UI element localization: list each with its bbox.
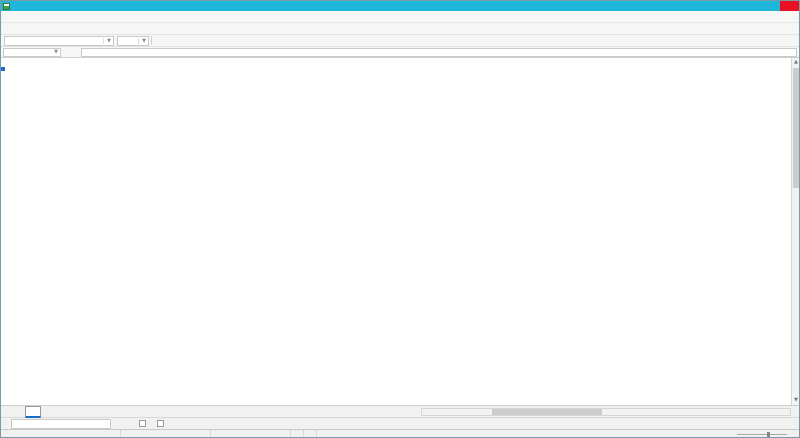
scroll-down-icon[interactable]: ▼ [792,396,799,405]
horizontal-scrollbar[interactable] [421,408,791,416]
close-button[interactable] [780,1,799,11]
name-box[interactable]: ▼ [3,48,61,57]
selected-cell-outline [1,67,5,71]
sheet-tab-bar [1,405,799,417]
selection-mode-icon[interactable] [304,430,317,438]
column-headers [1,58,799,67]
scroll-up-icon[interactable]: ▲ [792,58,799,67]
formatted-display-checkbox[interactable] [135,420,153,427]
minimize-button[interactable] [742,1,761,11]
chevron-down-icon: ▼ [138,38,146,44]
zoom-control [734,434,799,435]
sheet-tab-2023-04-21[interactable] [25,406,41,418]
app-window: ▼ ▼ ▼ ▲ ▼ [0,0,800,438]
sheet-count-status[interactable] [1,430,121,438]
maximize-button[interactable] [761,1,780,11]
chevron-down-icon: ▼ [54,49,58,55]
zoom-slider[interactable] [767,432,770,437]
vertical-scrollbar[interactable]: ▲ ▼ [791,58,799,405]
find-toolbar [1,417,799,429]
match-case-checkbox[interactable] [153,420,171,427]
find-input[interactable] [11,419,111,429]
status-bar [1,429,799,438]
vertical-scroll-thumb[interactable] [793,68,799,188]
font-size-combo[interactable]: ▼ [117,36,149,46]
formula-bar: ▼ [1,47,799,58]
checkbox-icon [139,420,146,427]
title-bar [1,1,799,11]
modified-status-icon[interactable] [291,430,304,438]
calc-document-icon [3,3,10,10]
sum-average-status[interactable] [317,430,467,438]
horizontal-scroll-thumb[interactable] [492,409,602,415]
menu-bar [1,11,799,23]
page-style-status[interactable] [121,430,211,438]
sheet-tab-original[interactable] [11,406,25,418]
language-status[interactable] [211,430,291,438]
chevron-down-icon: ▼ [103,38,111,44]
checkbox-icon [157,420,164,427]
formatting-toolbar: ▼ ▼ [1,35,799,47]
formula-input[interactable] [81,48,797,57]
font-name-combo[interactable]: ▼ [4,36,114,46]
standard-toolbar [1,23,799,35]
spreadsheet-area: ▲ ▼ [1,58,799,405]
